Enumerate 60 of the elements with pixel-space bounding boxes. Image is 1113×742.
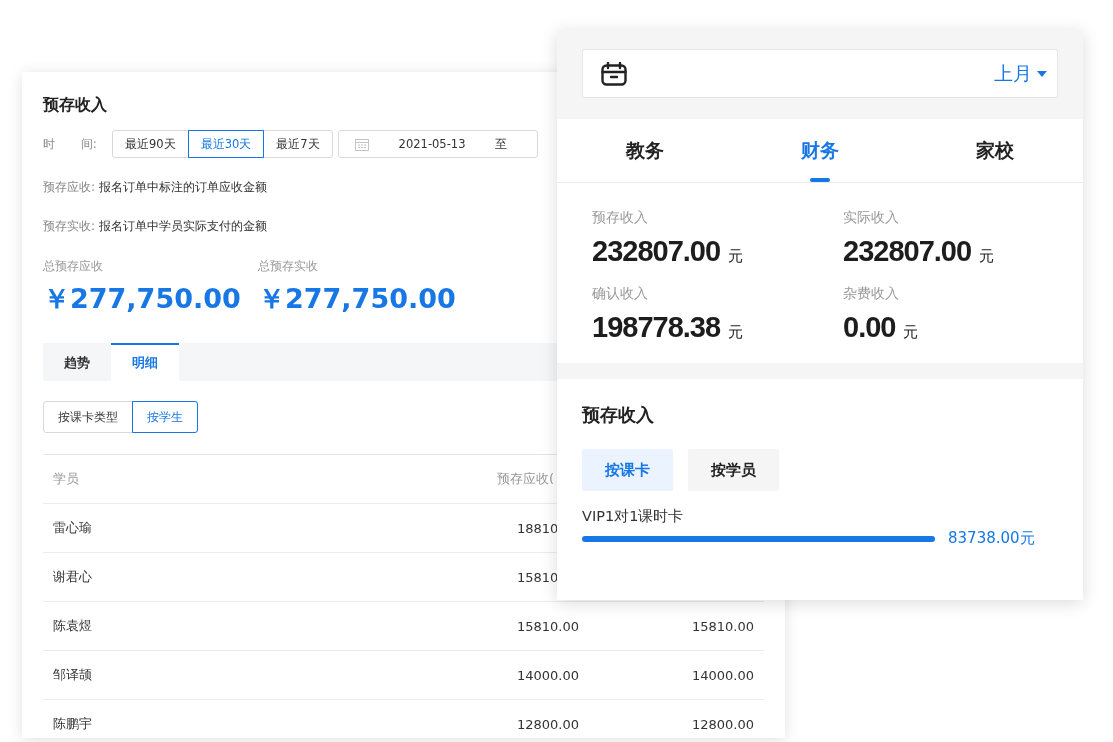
date-separator: 至 [495,136,508,152]
period-value: 上月 [994,60,1032,86]
group-by-button[interactable]: 按学生 [132,401,198,433]
table-cell: 15810 [517,569,559,585]
mode-button[interactable]: 按课卡 [582,449,673,491]
stat-label: 杂费收入 [843,285,900,303]
table-cell: 15810.00 [517,618,580,634]
column-header: 学员 [53,470,79,488]
definition-term: 预存实收: [43,218,96,235]
tab[interactable]: 教务 [557,119,733,182]
mode-button[interactable]: 按学员 [688,449,779,491]
stat-value: 198778.38 [592,310,721,345]
tab[interactable]: 趋势 [43,343,111,381]
definition-text: 报名订单中标注的订单应收金额 [99,179,268,196]
unit-label: 元 [979,247,995,266]
total-value: ￥277,750.00 [258,282,457,316]
table-cell: 陈袁煜 [53,617,92,635]
panel-title: 预存收入 [43,94,108,116]
unit-label: 元 [728,247,744,266]
section-title: 预存收入 [582,403,655,427]
stat-value: 232807.00 [843,234,972,269]
period-selector[interactable]: 上月 [582,49,1058,98]
table-cell: 14000.00 [691,667,754,683]
total-value: ￥277,750.00 [43,282,242,316]
stat-value: 0.00 [843,310,896,345]
range-button[interactable]: 最近90天 [112,130,189,158]
table-cell: 雷心瑜 [53,519,92,537]
item-amount: 83738.00元 [948,529,1035,548]
tab[interactable]: 家校 [907,119,1083,182]
table-cell: 12800.00 [517,716,580,732]
definition-text: 报名订单中学员实际支付的金额 [99,218,268,235]
range-button[interactable]: 最近7天 [263,130,333,158]
table-cell: 18810 [517,520,559,536]
caret-icon [1037,70,1047,77]
table-cell: 邹译颉 [53,666,92,684]
calendar-icon [354,137,369,151]
tab[interactable]: 财务 [732,119,908,182]
stat-label: 确认收入 [592,285,649,303]
tab[interactable]: 明细 [111,343,179,381]
unit-label: 元 [728,323,744,342]
stat-label: 预存收入 [592,209,649,227]
table-cell: 谢君心 [53,568,92,586]
stat-value: 232807.00 [592,234,721,269]
unit-label: 元 [903,323,919,342]
table-cell: 12800.00 [691,716,754,732]
range-button[interactable]: 最近30天 [187,130,265,158]
total-label: 总预存应收 [43,258,104,275]
table-cell: 15810.00 [691,618,754,634]
table-cell: 陈鹏宇 [53,715,92,733]
start-date: 2021-05-13 [398,137,466,151]
table-cell: 14000.00 [517,667,580,683]
stat-label: 实际收入 [843,209,900,227]
group-by-button[interactable]: 按课卡类型 [43,401,133,433]
calendar-icon [601,61,627,86]
item-name: VIP1对1课时卡 [582,507,685,526]
column-header: 预存应收( [497,470,555,488]
date-range-field[interactable]: 2021-05-13 至 [337,130,538,158]
definition-term: 预存应收: [43,179,96,196]
total-label: 总预存实收 [258,258,319,275]
time-label: 时 间: [43,135,98,153]
